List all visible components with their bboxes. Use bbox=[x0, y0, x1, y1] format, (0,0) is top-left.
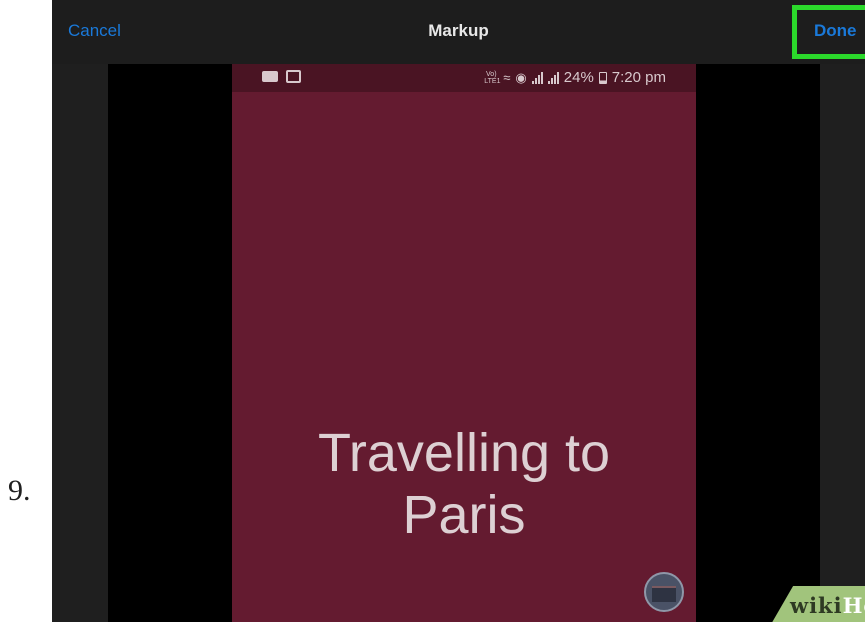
markup-screen: Vo) LTE1 ≈ ◉ 24% 7:20 pm Travelling to P… bbox=[52, 0, 865, 622]
data-icon: ◉ bbox=[515, 69, 527, 85]
gallery-icon bbox=[286, 70, 301, 83]
page-title: Markup bbox=[428, 21, 489, 40]
left-strip bbox=[52, 64, 108, 622]
chat-head-avatar[interactable] bbox=[644, 572, 684, 612]
status-left-icons bbox=[262, 69, 301, 83]
battery-icon bbox=[598, 71, 607, 84]
step-number: 9. bbox=[8, 474, 31, 507]
phone-status-bar: Vo) LTE1 ≈ ◉ 24% 7:20 pm bbox=[232, 64, 696, 92]
headline-line1: Travelling to bbox=[317, 423, 611, 483]
watermark-part2: How bbox=[842, 593, 865, 618]
battery-percent: 24% bbox=[563, 69, 594, 86]
signal-icon bbox=[531, 71, 543, 84]
headline-line2: Paris bbox=[402, 485, 526, 545]
wikihow-watermark: wikiHow bbox=[790, 593, 865, 618]
volte-icon: Vo) LTE1 bbox=[484, 70, 501, 85]
signal-icon bbox=[547, 71, 559, 84]
status-right-icons: Vo) LTE1 ≈ ◉ 24% 7:20 pm bbox=[484, 69, 666, 86]
message-icon bbox=[262, 71, 278, 82]
screenshot-preview[interactable]: Vo) LTE1 ≈ ◉ 24% 7:20 pm Travelling to P… bbox=[232, 64, 696, 622]
watermark-part1: wiki bbox=[790, 593, 843, 618]
markup-nav-bar: Cancel Markup Done bbox=[52, 0, 865, 64]
status-time: 7:20 pm bbox=[611, 69, 666, 86]
done-button[interactable]: Done bbox=[814, 21, 857, 41]
wifi-icon: ≈ bbox=[503, 70, 511, 85]
headline: Travelling to Paris bbox=[232, 422, 696, 546]
right-strip bbox=[820, 64, 865, 622]
